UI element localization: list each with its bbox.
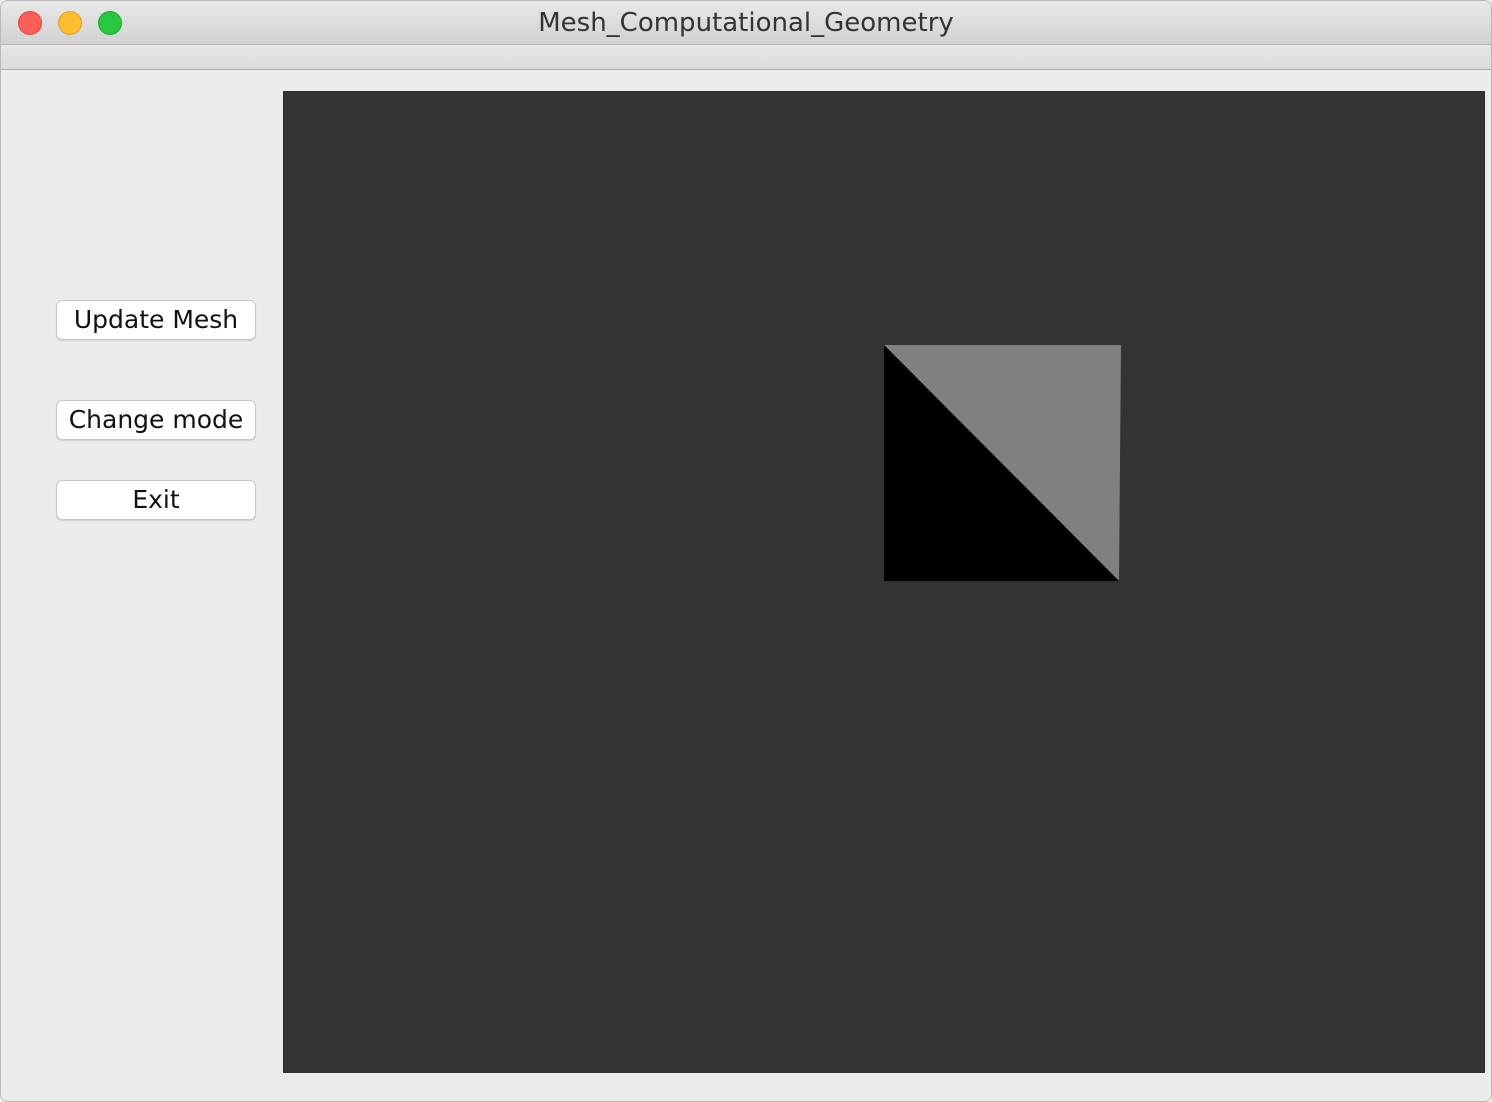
sidebar: Update Mesh Change mode Exit [1, 71, 283, 1101]
title-bar[interactable]: Mesh_Computational_Geometry [1, 1, 1491, 45]
update-mesh-button[interactable]: Update Mesh [56, 300, 256, 340]
toolbar [1, 45, 1491, 70]
app-window: Mesh_Computational_Geometry Update Mesh … [0, 0, 1492, 1102]
window-title: Mesh_Computational_Geometry [538, 8, 954, 38]
mesh-viewport[interactable] [283, 91, 1485, 1073]
mesh-drawing [884, 345, 1121, 581]
exit-button[interactable]: Exit [56, 480, 256, 520]
change-mode-button[interactable]: Change mode [56, 400, 256, 440]
